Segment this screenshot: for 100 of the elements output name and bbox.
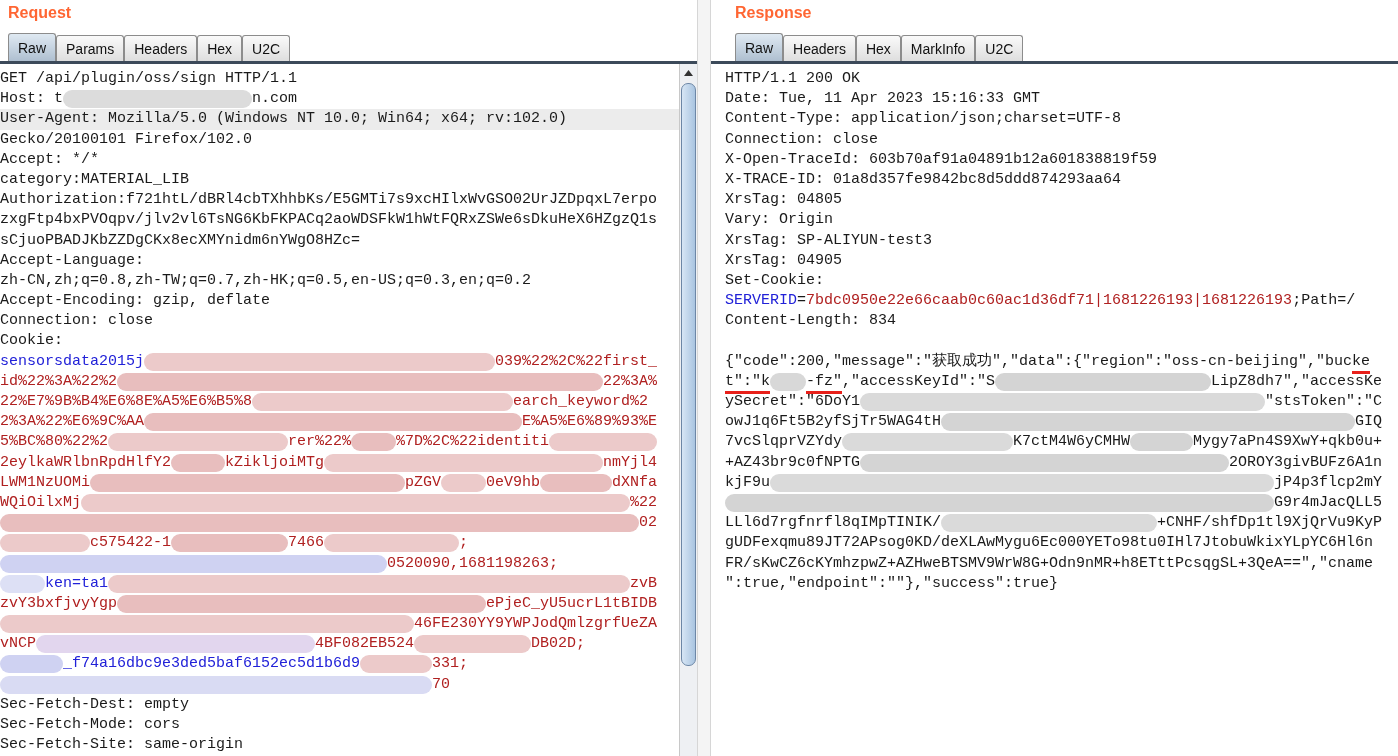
- pane-title: Response: [734, 3, 813, 23]
- code-text: 2eylkaWRlbnRpdHlfY2: [0, 452, 172, 473]
- code-text: kjF9u: [725, 472, 770, 493]
- code-text: FR/sKwCZ6cKYmhzpwZ+AZHweBTSMV9WrW8G+Odn9nMR+h8ETttPcsqgSL+3QeA==","cname: [725, 553, 1374, 574]
- code-text: ;Path=/: [1292, 291, 1356, 312]
- code-text: id%22%3A%22%2: [0, 371, 118, 392]
- code-text: Host: t: [0, 89, 63, 110]
- code-text: User-Agent: Mozilla/5.0 (Windows NT 10.0; Win64; x64; rv:102.0): [0, 109, 568, 130]
- code-text: owJ1q6Ft5B2yfSjTr5WAG4tH: [725, 412, 942, 433]
- code-text: -fz": [806, 371, 843, 394]
- code-text: zh-CN,zh;q=0.8,zh-TW;q=0.7,zh-HK;q=0.5,en-US;q=0.3,en;q=0.2: [0, 270, 532, 291]
- code-text: Authorization:f721htL/dBRl4cbTXhhbKs/E5GMTi7s9xcHIlxWvGSO02UrJZDpqxL7erpo: [0, 190, 658, 211]
- code-text: ePjeC_yU5ucrL1tBIDB: [486, 593, 658, 614]
- code-text: 7vcSlqprVZYdy: [725, 432, 843, 453]
- code-text: earch_keyword%2: [513, 392, 649, 412]
- tab[interactable]: Hex: [197, 35, 243, 61]
- code-text: ke: [1352, 351, 1371, 374]
- code-text: +AZ43br9c0fNPTG: [725, 452, 861, 473]
- tab[interactable]: Headers: [124, 35, 198, 61]
- code-text: ySecret":"6DoY1: [725, 392, 861, 412]
- code-text: X-Open-TraceId: 603b70af91a04891b12a601838819f59: [725, 149, 1158, 170]
- tab[interactable]: U2C: [975, 35, 1024, 61]
- code-text: LLl6d7rgfnrfl8qIMpTINIK/: [725, 513, 942, 534]
- code-text: LWM1NzUOMi: [0, 472, 90, 493]
- code-text: Accept: */*: [0, 149, 100, 170]
- code-text: K7ctM4W6yCMHW: [1013, 432, 1131, 453]
- code-text: Content-Length: 834: [725, 311, 897, 332]
- code-text: Set-Cookie:: [725, 270, 825, 291]
- code-text: 7466: [288, 533, 325, 554]
- code-text: c575422-1: [90, 533, 171, 554]
- code-text: GIQ: [1355, 412, 1383, 433]
- code-text: %22: [630, 492, 658, 513]
- code-text: +CNHF/shfDp1tl9XjQrVu9KyP: [1157, 513, 1383, 534]
- code-text: Accept-Encoding: gzip, deflate: [0, 291, 271, 312]
- code-text: 46FE230YY9YWPJodQmlzgrfUeZA: [414, 614, 658, 635]
- code-text: 02: [639, 513, 658, 534]
- code-text: Sec-Fetch-Mode: cors: [0, 715, 181, 735]
- code-text: zxgFtp4bxPVOqpv/jlv2vl6TsNG6KbFKPACq2aoWDSFkW1hWtFQRxZSWe6sDkuHeX6HZgzQ1s: [0, 210, 658, 231]
- tab[interactable]: Raw: [8, 33, 56, 61]
- code-text: XrsTag: 04805: [725, 190, 843, 211]
- tab[interactable]: Headers: [783, 35, 856, 61]
- pane-title: Request: [7, 3, 73, 23]
- code-text: kZikljoiMTg: [225, 452, 325, 473]
- code-text: Sec-Fetch-Site: same-origin: [0, 735, 244, 756]
- code-text: Gecko/20100101 Firefox/102.0: [0, 129, 253, 150]
- code-text: 70: [432, 674, 451, 695]
- code-text: Sec-Fetch-Dest: empty: [0, 694, 190, 715]
- code-text: _f74a16dbc9e3ded5baf6152ec5d1b6d9: [63, 654, 361, 675]
- code-text: zvB: [630, 573, 658, 594]
- code-text: ;: [459, 533, 469, 554]
- code-text: Connection: close: [725, 129, 879, 150]
- code-text: X-TRACE-ID: 01a8d357fe9842bc8d5ddd874293aa64: [725, 169, 1122, 190]
- tab[interactable]: MarkInfo: [900, 35, 976, 61]
- code-text: 331;: [432, 654, 469, 675]
- tab[interactable]: U2C: [242, 35, 291, 61]
- code-text: zvY3bxfjvyYgp: [0, 593, 118, 614]
- code-text: "stsToken":"C: [1265, 392, 1383, 412]
- code-text: Accept-Language:: [0, 250, 145, 271]
- code-text: nmYjl4: [603, 452, 658, 473]
- code-text: dXNfa: [612, 472, 658, 493]
- code-text: =: [797, 291, 807, 312]
- code-text: {"code":200,"message":"获取成功","data":{"region":"oss-cn-beijing","buc: [725, 351, 1353, 372]
- code-text: gUDFexqmu89JT72APsog0KD/deXLAwMygu6Ec000YETo98tu0IHl7JtobuWkixYLpYC6Hl6n: [725, 533, 1374, 554]
- tab[interactable]: Hex: [855, 35, 901, 61]
- code-text: 22%3A%: [603, 371, 658, 392]
- code-text: 7bdc0950e22e66caab0c60ac1d36df71|1681226193|1681226193: [806, 291, 1293, 312]
- code-text: GET /api/plugin/oss/sign HTTP/1.1: [0, 69, 298, 89]
- code-text: 5%BC%80%22%2: [0, 432, 109, 453]
- code-text: XrsTag: 04905: [725, 250, 843, 271]
- tab[interactable]: Raw: [735, 33, 783, 61]
- tab[interactable]: Params: [56, 35, 125, 61]
- code-text: 22%E7%9B%B4%E6%8E%A5%E6%B5%8: [0, 392, 253, 412]
- code-text: Date: Tue, 11 Apr 2023 15:16:33 GMT: [725, 89, 1041, 110]
- code-text: 2OROY3givBUFz6A1n: [1229, 452, 1383, 473]
- code-text: 4BF082EB524: [315, 634, 415, 655]
- code-text: HTTP/1.1 200 OK: [725, 69, 861, 89]
- code-text: Connection: close: [0, 311, 154, 332]
- code-text: category:MATERIAL_LIB: [0, 169, 190, 190]
- code-text: rer%22%: [288, 432, 352, 453]
- code-text: pZGV: [405, 472, 442, 493]
- code-text: ,"accessKeyId":"S: [842, 371, 996, 392]
- code-text: WQiOilxMj: [0, 492, 81, 513]
- code-text: SERVERID: [725, 291, 797, 312]
- code-text: Vary: Origin: [725, 210, 834, 231]
- code-text: Content-Type: application/json;charset=UTF-8: [725, 109, 1122, 130]
- code-text: 0520090,1681198263;: [387, 553, 559, 574]
- scrollbar[interactable]: [679, 64, 697, 756]
- code-text: %7D%2C%22identiti: [396, 432, 550, 453]
- code-text: 0eV9hb: [486, 472, 541, 493]
- code-text: sensorsdata2015j: [0, 351, 145, 372]
- code-text: G9r4mJacQLL5: [1274, 492, 1383, 513]
- code-text: DB02D;: [531, 634, 586, 655]
- code-text: Mygy7aPn4S9XwY+qkb0u+: [1193, 432, 1383, 453]
- code-text: E%A5%E6%89%93%E: [522, 412, 658, 433]
- code-text: jP4p3flcp2mY: [1274, 472, 1383, 493]
- code-text: LipZ8dh7","accessKe: [1211, 371, 1383, 392]
- code-text: 039%22%2C%22first_: [495, 351, 658, 372]
- code-text: Cookie:: [0, 331, 63, 352]
- code-text: XrsTag: SP-ALIYUN-test3: [725, 230, 933, 251]
- code-text: vNCP: [0, 634, 36, 655]
